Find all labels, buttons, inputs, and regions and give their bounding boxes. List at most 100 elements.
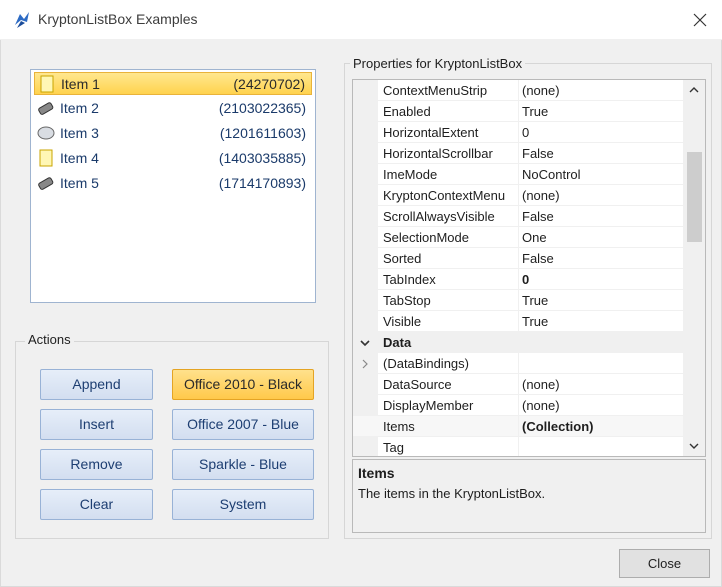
- property-description-panel: Items The items in the KryptonListBox.: [352, 459, 706, 533]
- property-row[interactable]: ContextMenuStrip (none): [353, 80, 683, 101]
- office-2007-blue-button[interactable]: Office 2007 - Blue: [172, 409, 314, 440]
- actions-group-title: Actions: [25, 332, 74, 347]
- property-value[interactable]: False: [522, 146, 554, 161]
- chevron-down-icon[interactable]: [359, 337, 371, 349]
- property-name: HorizontalScrollbar: [383, 146, 493, 161]
- property-name: ContextMenuStrip: [383, 83, 488, 98]
- property-row[interactable]: Enabled True: [353, 101, 683, 122]
- column-divider: [518, 269, 519, 290]
- property-name: DataSource: [383, 377, 452, 392]
- property-row[interactable]: (DataBindings): [353, 353, 683, 374]
- close-icon[interactable]: [688, 8, 712, 32]
- note-icon: [39, 149, 53, 167]
- scrollbar-thumb[interactable]: [687, 152, 702, 242]
- property-name: Sorted: [383, 251, 422, 266]
- chevron-down-icon[interactable]: [688, 440, 700, 452]
- list-item[interactable]: Item 1 (24270702): [34, 72, 312, 95]
- note-icon: [40, 75, 54, 93]
- property-value[interactable]: (none): [522, 188, 560, 203]
- column-divider: [518, 164, 519, 185]
- property-value[interactable]: True: [522, 314, 548, 329]
- property-name: ScrollAlwaysVisible: [383, 209, 495, 224]
- property-value[interactable]: (none): [522, 398, 560, 413]
- property-row-selected[interactable]: Items (Collection): [353, 416, 683, 437]
- sparkle-blue-button[interactable]: Sparkle - Blue: [172, 449, 314, 480]
- chevron-up-icon[interactable]: [688, 84, 700, 96]
- property-row[interactable]: DisplayMember (none): [353, 395, 683, 416]
- property-row[interactable]: HorizontalExtent 0: [353, 122, 683, 143]
- append-button[interactable]: Append: [40, 369, 153, 400]
- column-divider: [518, 101, 519, 122]
- close-button[interactable]: Close: [619, 549, 710, 578]
- column-divider: [518, 374, 519, 395]
- property-name: Visible: [383, 314, 422, 329]
- item-value: (1714170893): [218, 175, 306, 191]
- item-label: Item 5: [60, 175, 99, 191]
- property-name: Tag: [383, 440, 404, 455]
- title-bar: KryptonListBox Examples: [0, 0, 722, 40]
- clear-button[interactable]: Clear: [40, 489, 153, 520]
- property-value[interactable]: NoControl: [522, 167, 581, 182]
- list-item[interactable]: Item 2 (2103022365): [34, 97, 312, 120]
- property-row[interactable]: Sorted False: [353, 248, 683, 269]
- property-value[interactable]: 0: [522, 125, 529, 140]
- property-value[interactable]: True: [522, 293, 548, 308]
- column-divider: [518, 353, 519, 374]
- column-divider: [518, 143, 519, 164]
- description-text: The items in the KryptonListBox.: [358, 486, 546, 501]
- property-row[interactable]: HorizontalScrollbar False: [353, 143, 683, 164]
- krypton-listbox[interactable]: Item 1 (24270702) Item 2 (2103022365) It…: [30, 69, 316, 303]
- property-value[interactable]: (none): [522, 377, 560, 392]
- item-label: Item 2: [60, 100, 99, 116]
- column-divider: [518, 416, 519, 437]
- property-row[interactable]: ImeMode NoControl: [353, 164, 683, 185]
- item-value: (1201611603): [219, 125, 306, 141]
- property-value[interactable]: (Collection): [522, 419, 594, 434]
- item-value: (24270702): [233, 76, 305, 92]
- cloud-icon: [37, 126, 55, 140]
- mobile-phone-icon: [38, 177, 54, 190]
- property-row[interactable]: DataSource (none): [353, 374, 683, 395]
- item-value: (2103022365): [218, 100, 306, 116]
- property-row[interactable]: TabStop True: [353, 290, 683, 311]
- property-row[interactable]: ScrollAlwaysVisible False: [353, 206, 683, 227]
- property-name: Items: [383, 419, 415, 434]
- chevron-right-icon[interactable]: [359, 358, 371, 370]
- property-value[interactable]: (none): [522, 83, 560, 98]
- property-value[interactable]: 0: [522, 272, 529, 287]
- property-row[interactable]: Visible True: [353, 311, 683, 332]
- property-row[interactable]: KryptonContextMenu (none): [353, 185, 683, 206]
- property-value[interactable]: False: [522, 251, 554, 266]
- property-name: TabIndex: [383, 272, 436, 287]
- property-name: KryptonContextMenu: [383, 188, 506, 203]
- property-grid[interactable]: ContextMenuStrip (none) Enabled True Hor…: [352, 79, 706, 457]
- property-name: HorizontalExtent: [383, 125, 479, 140]
- property-value[interactable]: True: [522, 104, 548, 119]
- column-divider: [518, 290, 519, 311]
- property-value[interactable]: False: [522, 209, 554, 224]
- office-2010-black-button[interactable]: Office 2010 - Black: [172, 369, 314, 400]
- property-name: Enabled: [383, 104, 431, 119]
- category-row-data[interactable]: Data: [353, 332, 683, 353]
- column-divider: [518, 122, 519, 143]
- system-button[interactable]: System: [172, 489, 314, 520]
- column-divider: [518, 311, 519, 332]
- property-name: DisplayMember: [383, 398, 474, 413]
- remove-button[interactable]: Remove: [40, 449, 153, 480]
- vertical-scrollbar[interactable]: [683, 80, 705, 456]
- insert-button[interactable]: Insert: [40, 409, 153, 440]
- property-row[interactable]: Tag: [353, 437, 683, 456]
- list-item[interactable]: Item 5 (1714170893): [34, 172, 312, 195]
- property-value[interactable]: One: [522, 230, 547, 245]
- property-row[interactable]: TabIndex 0: [353, 269, 683, 290]
- property-row[interactable]: SelectionMode One: [353, 227, 683, 248]
- column-divider: [518, 395, 519, 416]
- window-title: KryptonListBox Examples: [38, 11, 198, 27]
- column-divider: [518, 227, 519, 248]
- item-label: Item 3: [60, 125, 99, 141]
- list-item[interactable]: Item 4 (1403035885): [34, 147, 312, 170]
- column-divider: [518, 437, 519, 456]
- column-divider: [518, 206, 519, 227]
- category-name: Data: [383, 335, 412, 350]
- list-item[interactable]: Item 3 (1201611603): [34, 122, 312, 145]
